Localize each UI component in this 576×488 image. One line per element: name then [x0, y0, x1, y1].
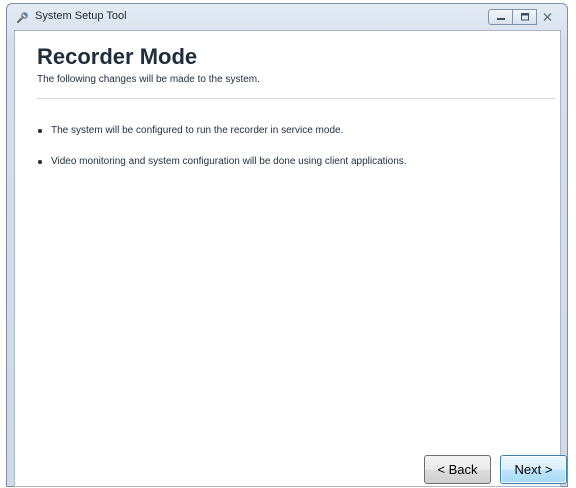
window-title: System Setup Tool: [35, 10, 127, 22]
change-text: Video monitoring and system configuratio…: [51, 156, 407, 167]
minimize-button[interactable]: [488, 9, 513, 25]
close-icon: [543, 8, 552, 26]
wizard-page: Recorder Mode The following changes will…: [14, 30, 567, 487]
next-button[interactable]: Next >: [500, 455, 567, 484]
maximize-icon: [520, 8, 530, 26]
setup-window: System Setup Tool Recorder Mode The foll…: [6, 3, 568, 487]
list-item: The system will be configured to run the…: [37, 125, 407, 137]
bullet-icon: [38, 129, 42, 133]
list-item: Video monitoring and system configuratio…: [37, 156, 407, 168]
page-title: Recorder Mode: [37, 44, 198, 69]
back-button[interactable]: < Back: [424, 455, 491, 484]
close-button[interactable]: [536, 9, 559, 25]
page-subtitle: The following changes will be made to th…: [37, 74, 260, 85]
minimize-icon: [496, 8, 506, 26]
window-controls: [488, 9, 559, 25]
bullet-icon: [38, 160, 42, 164]
setup-tool-icon: [16, 11, 29, 24]
maximize-button[interactable]: [512, 9, 537, 25]
changes-list: The system will be configured to run the…: [37, 125, 407, 187]
title-bar[interactable]: System Setup Tool: [7, 4, 567, 30]
change-text: The system will be configured to run the…: [51, 125, 344, 136]
header-divider: [37, 98, 555, 99]
